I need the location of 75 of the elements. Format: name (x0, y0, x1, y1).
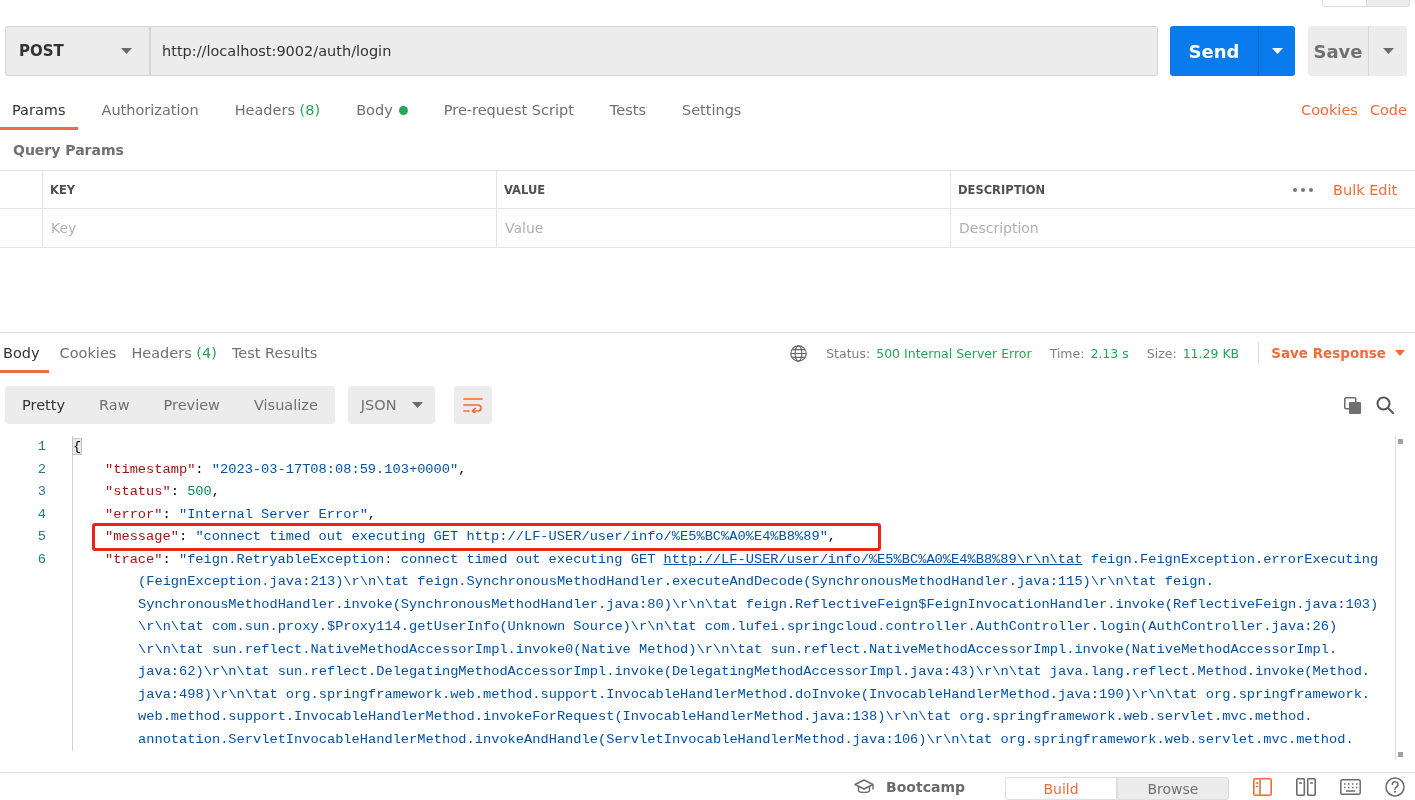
view-tab[interactable]: Pretty (5, 386, 82, 424)
stat-label: Size: (1146, 345, 1177, 361)
save-response-button[interactable]: Save Response (1271, 345, 1405, 361)
code-link[interactable]: http://LF-USER/user/info/%E5%BC%A0%E4%B8%89\r\n\tat (663, 551, 1083, 567)
method-dropdown[interactable]: POST (5, 26, 150, 76)
header-link[interactable]: Code (1369, 102, 1407, 118)
request-tab[interactable]: Pre-request Script (431, 90, 586, 130)
caret-icon (1382, 48, 1394, 54)
globe-icon[interactable] (790, 344, 808, 362)
switch-segment[interactable] (1365, 0, 1410, 7)
wrap-button[interactable] (453, 386, 492, 424)
header-link[interactable]: Cookies (1301, 102, 1358, 118)
code-line: \r\n\tat com.sun.proxy.$Proxy114.getUserInfo(Unknown Source)\r\n\tat com.lufei.springcloud.controller.AuthController.login(AuthController.java:26) (138, 619, 1338, 636)
request-tab[interactable]: Settings (669, 90, 754, 130)
caret-icon (411, 402, 423, 408)
response-tab[interactable]: Cookies (55, 333, 121, 373)
view-tab[interactable]: Visualize (237, 386, 335, 424)
stat-value: 2.13 s (1090, 345, 1129, 361)
code-line: \r\n\tat sun.reflect.NativeMethodAccessorImpl.invoke0(Native Method)\r\n\tat sun.reflect.NativeMethodAccessorImpl.invoke(NativeMethodAccessorImpl. (138, 641, 1338, 658)
code-line: "timestamp": "2023-03-17T08:08:59.103+0000", (105, 461, 467, 478)
bulk-edit-link[interactable]: Bulk Edit (1333, 181, 1398, 198)
keyboard-icon[interactable] (1340, 778, 1361, 795)
mode-tab[interactable]: Build (1005, 777, 1117, 800)
more-icon[interactable] (1292, 187, 1313, 192)
request-tab[interactable]: Tests (597, 90, 658, 130)
response-tab[interactable]: Headers (4) (127, 333, 221, 373)
columns-icon[interactable] (1296, 777, 1316, 796)
stat-value: 11.29 KB (1182, 345, 1240, 361)
code-line: annotation.ServletInvocableHandlerMethod.invokeAndHandle(ServletInvocableHandlerMethod.java:106)\r\n\tat org.springframework.web.servlet.mvc.method. (138, 731, 1354, 748)
mortarboard-icon (854, 778, 875, 795)
caret-icon (121, 48, 132, 54)
bootcamp-button[interactable]: Bootcamp (854, 778, 965, 795)
line-number: 6 (37, 551, 46, 568)
response-tab[interactable]: Test Results (227, 333, 322, 373)
send-options-button[interactable] (1258, 26, 1295, 76)
code-line: "status": 500, (105, 484, 221, 501)
line-number: 3 (37, 484, 46, 501)
save-button[interactable]: Save (1308, 26, 1368, 76)
line-number: 5 (37, 529, 46, 546)
request-tab[interactable]: Params (0, 90, 78, 130)
code-line: (FeignException.java:213)\r\n\tat feign.SynchronousMethodHandler.executeAndDecode(SynchronousMethodHandler.java:115)\r\n\tat feign. (138, 574, 1214, 591)
code-line: "message": "connect timed out executing GET http://LF-USER/user/info/%E5%BC%A0%E4%B8%89", (105, 529, 837, 546)
response-tab[interactable]: Body (0, 333, 49, 373)
request-tab[interactable]: Headers (8) (222, 90, 333, 130)
code-line: "error": "Internal Server Error", (105, 506, 377, 523)
stat-value: 500 Internal Server Error (876, 345, 1032, 361)
send-button[interactable]: Send (1170, 26, 1258, 76)
code-line: web.method.support.InvocableHandlerMethod.invokeForRequest(InvocableHandlerMethod.java:138)\r\n\tat org.springframework.web.servlet.mvc.method. (138, 709, 1313, 726)
code-line: "trace": "feign.RetryableException: connect timed out executing GET http://LF-USER/user/info/%E5%BC%A0%E4%B8%89\r\n\tat feign.FeignException.errorExecuting (105, 551, 1379, 568)
sidebar-icon[interactable] (1253, 777, 1272, 796)
caret-icon (1271, 48, 1283, 54)
scrollbar[interactable] (1395, 436, 1405, 760)
line-number: 1 (37, 439, 46, 456)
line-number: 2 (37, 461, 46, 478)
request-tab[interactable]: Body (344, 90, 420, 130)
value-input[interactable]: Value (497, 209, 951, 248)
request-tab[interactable]: Authorization (89, 90, 211, 130)
line-number: 4 (37, 506, 46, 523)
caret-icon (1395, 350, 1405, 356)
code-line: java:62)\r\n\tat sun.reflect.DelegatingMethodAccessorImpl.invoke(DelegatingMethodAccessorImpl.java:43)\r\n\tat java.lang.reflect.Method.invoke(Method. (138, 664, 1371, 681)
section-title: Query Params (12, 141, 125, 160)
copy-icon[interactable] (1344, 396, 1361, 414)
switch-segment[interactable] (1322, 0, 1366, 7)
mode-tab[interactable]: Browse (1117, 777, 1229, 800)
url-field[interactable]: http://localhost:9002/auth/login (150, 26, 1158, 76)
search-icon[interactable] (1376, 396, 1394, 414)
code-line: SynchronousMethodHandler.invoke(SynchronousMethodHandler.java:80)\r\n\tat feign.ReflectiveFeign$FeignInvocationHandler.invoke(ReflectiveFeign.java:103) (138, 596, 1379, 613)
stat-label: Time: (1049, 345, 1085, 361)
code-line: java:498)\r\n\tat org.springframework.web.method.support.InvocableHandlerMethod.doInvoke(InvocableHandlerMethod.java:190)\r\n\tat org.springframework. (138, 686, 1371, 703)
view-tab[interactable]: Preview (146, 386, 237, 424)
view-tab[interactable]: Raw (82, 386, 147, 424)
format-dropdown[interactable]: JSON (347, 386, 435, 424)
stat-label: Status: (826, 345, 871, 361)
key-input[interactable]: Key (43, 209, 497, 248)
help-icon[interactable] (1385, 776, 1405, 797)
